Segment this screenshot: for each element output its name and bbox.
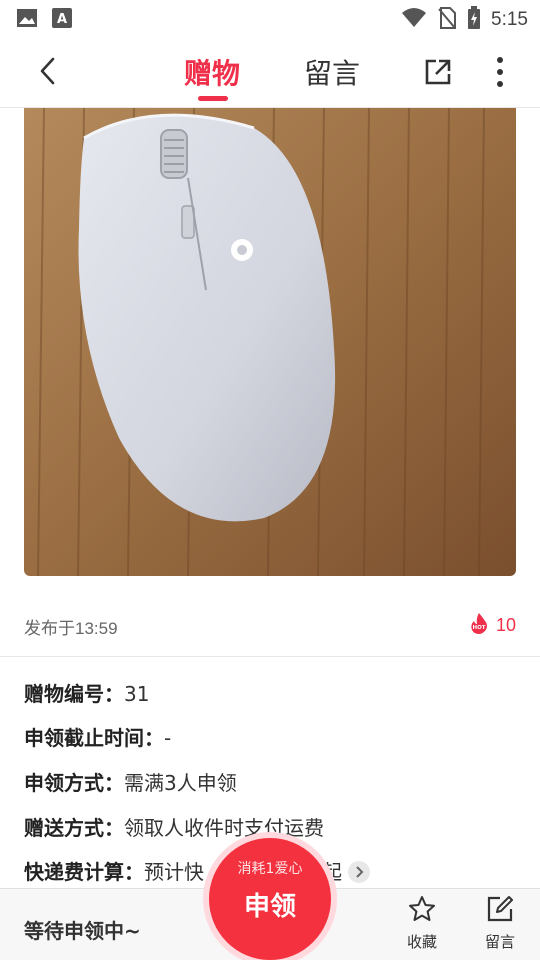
status-bar: A 5:15 — [0, 0, 540, 36]
chevron-right-icon[interactable] — [348, 860, 370, 883]
claim-method-value: 需满3人申领 — [124, 771, 237, 795]
tab-gift[interactable]: 赠物 — [184, 52, 240, 92]
claim-label: 申领 — [243, 892, 296, 922]
status-time: 5:15 — [491, 9, 528, 30]
hot-count: 10 — [495, 614, 516, 635]
claim-method-label: 申领方式： — [24, 771, 124, 795]
no-sim-icon — [437, 6, 457, 34]
favorite-button[interactable]: 收藏 — [392, 895, 452, 957]
posted-time: 发布于13:59 — [24, 619, 118, 638]
page: { "status_bar": { "time": "5:15", "icons… — [0, 0, 540, 960]
external-link-icon[interactable] — [424, 58, 452, 86]
gift-id-value: 31 — [124, 682, 150, 706]
hot-indicator: HOT 10 — [468, 612, 516, 638]
shipping-fee-label: 快递费计算： — [24, 860, 144, 884]
wifi-icon — [401, 7, 427, 33]
gift-id-row: 赠物编号：31 — [24, 678, 149, 707]
claim-status: 等待申领中~ — [24, 919, 141, 943]
deadline-label: 申领截止时间： — [24, 726, 164, 750]
delivery-method-label: 赠送方式： — [24, 816, 124, 840]
claim-cost: 消耗1爱心 — [237, 861, 303, 877]
star-icon — [408, 896, 436, 927]
svg-text:HOT: HOT — [472, 625, 485, 631]
comment-label: 留言 — [484, 933, 515, 951]
tab-message[interactable]: 留言 — [304, 52, 360, 92]
shipping-fee-value-prefix: 预计快 — [144, 860, 204, 884]
svg-text:A: A — [57, 12, 67, 27]
top-nav: 赠物 留言 — [0, 36, 540, 108]
deadline-value: - — [164, 726, 172, 750]
deadline-row: 申领截止时间：- — [24, 722, 171, 751]
claim-method-row: 申领方式：需满3人申领 — [24, 767, 237, 796]
image-icon — [16, 8, 38, 32]
hot-flame-icon: HOT — [468, 612, 490, 638]
comment-button[interactable]: 留言 — [470, 895, 530, 957]
favorite-label: 收藏 — [406, 933, 437, 951]
divider — [0, 656, 540, 657]
font-a-icon: A — [52, 8, 72, 32]
product-image[interactable] — [24, 108, 516, 576]
chevron-left-icon[interactable] — [34, 56, 64, 86]
edit-icon — [486, 896, 514, 927]
more-vertical-icon[interactable] — [488, 54, 512, 90]
battery-charging-icon — [467, 6, 481, 34]
claim-button[interactable]: 消耗1爱心 申领 — [209, 838, 331, 960]
gift-id-label: 赠物编号： — [24, 682, 124, 706]
tab-active-indicator — [198, 96, 228, 101]
